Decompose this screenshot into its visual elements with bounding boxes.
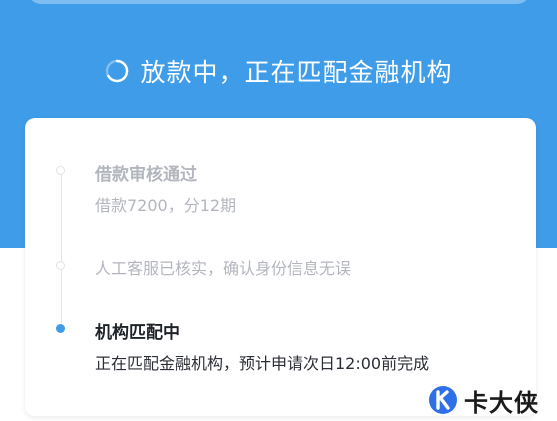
status-text: 放款中，正在匹配金融机构 <box>140 58 453 87</box>
step-dot-done <box>56 166 65 175</box>
timeline-line <box>61 174 62 324</box>
top-input-bar[interactable] <box>28 0 530 4</box>
step-title: 借款审核通过 <box>95 165 197 185</box>
step-desc: 借款7200，分12期 <box>95 196 237 215</box>
watermark-text: 卡大侠 <box>464 388 539 417</box>
watermark: 卡大侠 <box>428 382 539 418</box>
step-desc: 人工客服已核实，确认身份信息无误 <box>95 259 352 278</box>
step-title: 机构匹配中 <box>95 323 180 343</box>
step-dot-done <box>56 261 65 270</box>
step-dot-active <box>56 324 65 333</box>
loan-status-header: 放款中，正在匹配金融机构 <box>0 48 557 94</box>
spinner-icon <box>106 59 129 83</box>
k-logo-icon <box>429 386 457 414</box>
step-desc: 正在匹配金融机构，预计申请次日12:00前完成 <box>95 354 430 373</box>
progress-card: 借款审核通过 借款7200，分12期 人工客服已核实，确认身份信息无误 机构匹配… <box>25 118 536 416</box>
